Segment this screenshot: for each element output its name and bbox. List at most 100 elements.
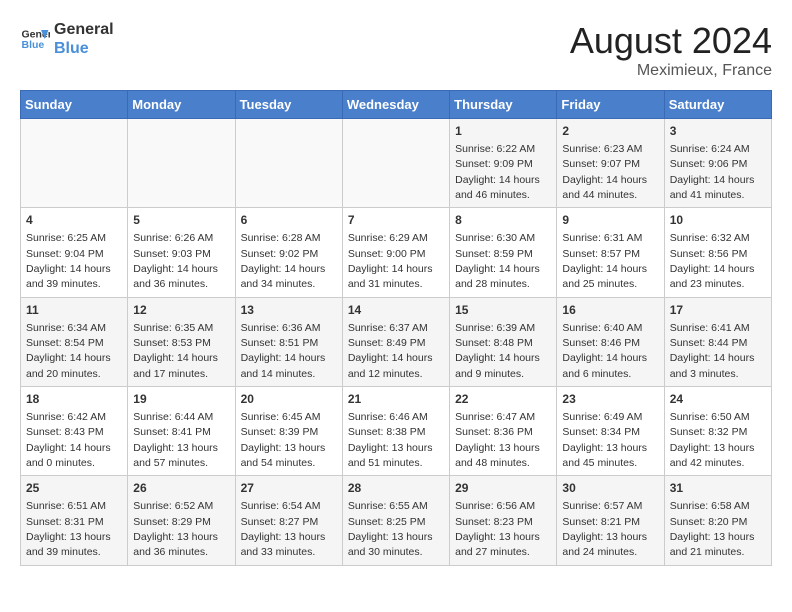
day-number: 12 [133,302,229,319]
weekday-header-saturday: Saturday [664,91,771,119]
day-number: 17 [670,302,766,319]
day-info: Sunrise: 6:32 AM Sunset: 8:56 PM Dayligh… [670,232,755,290]
calendar-cell: 27 Sunrise: 6:54 AM Sunset: 8:27 PM Dayli… [235,476,342,565]
calendar-cell: 11Sunrise: 6:34 AM Sunset: 8:54 PM Dayli… [21,297,128,386]
day-info: Sunrise: 6:26 AM Sunset: 9:03 PM Dayligh… [133,232,218,290]
calendar-cell: 19 Sunrise: 6:44 AM Sunset: 8:41 PM Dayli… [128,387,235,476]
calendar-table: SundayMondayTuesdayWednesdayThursdayFrid… [20,90,772,566]
calendar-cell: 20 Sunrise: 6:45 AM Sunset: 8:39 PM Dayli… [235,387,342,476]
day-number: 21 [348,391,444,408]
calendar-cell: 31 Sunrise: 6:58 AM Sunset: 8:20 PM Dayli… [664,476,771,565]
weekday-header-friday: Friday [557,91,664,119]
day-number: 18 [26,391,122,408]
day-number: 24 [670,391,766,408]
weekday-header-monday: Monday [128,91,235,119]
day-info: Sunrise: 6:31 AM Sunset: 8:57 PM Dayligh… [562,232,647,290]
svg-text:Blue: Blue [22,39,45,51]
day-info: Sunrise: 6:40 AM Sunset: 8:46 PM Dayligh… [562,322,647,380]
day-number: 30 [562,480,658,497]
day-info: Sunrise: 6:45 AM Sunset: 8:39 PM Dayligh… [241,411,326,469]
logo-icon: General Blue [20,24,50,54]
weekday-header-tuesday: Tuesday [235,91,342,119]
day-info: Sunrise: 6:42 AM Sunset: 8:43 PM Dayligh… [26,411,111,469]
day-info: Sunrise: 6:36 AM Sunset: 8:51 PM Dayligh… [241,322,326,380]
calendar-cell: 22Sunrise: 6:47 AM Sunset: 8:36 PM Dayli… [450,387,557,476]
calendar-cell: 13 Sunrise: 6:36 AM Sunset: 8:51 PM Dayli… [235,297,342,386]
week-row-2: 4 Sunrise: 6:25 AM Sunset: 9:04 PM Daylig… [21,208,772,297]
day-info: Sunrise: 6:56 AM Sunset: 8:23 PM Dayligh… [455,500,540,558]
day-number: 19 [133,391,229,408]
day-info: Sunrise: 6:30 AM Sunset: 8:59 PM Dayligh… [455,232,540,290]
calendar-cell: 8 Sunrise: 6:30 AM Sunset: 8:59 PM Daylig… [450,208,557,297]
day-info: Sunrise: 6:57 AM Sunset: 8:21 PM Dayligh… [562,500,647,558]
day-number: 26 [133,480,229,497]
calendar-cell [128,119,235,208]
day-number: 4 [26,212,122,229]
month-year: August 2024 [570,20,772,62]
page-header: General Blue General Blue August 2024 Me… [20,20,772,80]
day-info: Sunrise: 6:51 AM Sunset: 8:31 PM Dayligh… [26,500,111,558]
calendar-cell [21,119,128,208]
calendar-cell: 29Sunrise: 6:56 AM Sunset: 8:23 PM Dayli… [450,476,557,565]
day-info: Sunrise: 6:39 AM Sunset: 8:48 PM Dayligh… [455,322,540,380]
calendar-cell: 24Sunrise: 6:50 AM Sunset: 8:32 PM Dayli… [664,387,771,476]
logo: General Blue General Blue [20,20,114,58]
day-number: 10 [670,212,766,229]
calendar-cell [342,119,449,208]
day-number: 5 [133,212,229,229]
day-info: Sunrise: 6:54 AM Sunset: 8:27 PM Dayligh… [241,500,326,558]
calendar-cell: 17Sunrise: 6:41 AM Sunset: 8:44 PM Dayli… [664,297,771,386]
calendar-cell: 4 Sunrise: 6:25 AM Sunset: 9:04 PM Daylig… [21,208,128,297]
day-info: Sunrise: 6:44 AM Sunset: 8:41 PM Dayligh… [133,411,218,469]
calendar-cell: 12 Sunrise: 6:35 AM Sunset: 8:53 PM Dayli… [128,297,235,386]
calendar-cell: 5 Sunrise: 6:26 AM Sunset: 9:03 PM Daylig… [128,208,235,297]
day-number: 20 [241,391,337,408]
day-info: Sunrise: 6:34 AM Sunset: 8:54 PM Dayligh… [26,322,111,380]
day-number: 28 [348,480,444,497]
calendar-cell: 30 Sunrise: 6:57 AM Sunset: 8:21 PM Dayli… [557,476,664,565]
week-row-4: 18 Sunrise: 6:42 AM Sunset: 8:43 PM Dayli… [21,387,772,476]
day-info: Sunrise: 6:46 AM Sunset: 8:38 PM Dayligh… [348,411,433,469]
day-info: Sunrise: 6:24 AM Sunset: 9:06 PM Dayligh… [670,143,755,201]
day-info: Sunrise: 6:58 AM Sunset: 8:20 PM Dayligh… [670,500,755,558]
calendar-cell: 23Sunrise: 6:49 AM Sunset: 8:34 PM Dayli… [557,387,664,476]
calendar-cell: 25 Sunrise: 6:51 AM Sunset: 8:31 PM Dayli… [21,476,128,565]
day-info: Sunrise: 6:37 AM Sunset: 8:49 PM Dayligh… [348,322,433,380]
calendar-cell: 7Sunrise: 6:29 AM Sunset: 9:00 PM Daylig… [342,208,449,297]
day-number: 25 [26,480,122,497]
day-info: Sunrise: 6:49 AM Sunset: 8:34 PM Dayligh… [562,411,647,469]
week-row-1: 1Sunrise: 6:22 AM Sunset: 9:09 PM Daylig… [21,119,772,208]
logo-blue: Blue [54,39,114,58]
day-number: 27 [241,480,337,497]
calendar-cell: 6 Sunrise: 6:28 AM Sunset: 9:02 PM Daylig… [235,208,342,297]
day-number: 7 [348,212,444,229]
day-number: 13 [241,302,337,319]
location: Meximieux, France [570,62,772,80]
calendar-cell: 9 Sunrise: 6:31 AM Sunset: 8:57 PM Daylig… [557,208,664,297]
day-number: 8 [455,212,551,229]
day-number: 3 [670,123,766,140]
day-number: 9 [562,212,658,229]
calendar-cell: 16Sunrise: 6:40 AM Sunset: 8:46 PM Dayli… [557,297,664,386]
calendar-cell: 3 Sunrise: 6:24 AM Sunset: 9:06 PM Daylig… [664,119,771,208]
calendar-cell: 10 Sunrise: 6:32 AM Sunset: 8:56 PM Dayli… [664,208,771,297]
calendar-cell: 26 Sunrise: 6:52 AM Sunset: 8:29 PM Dayli… [128,476,235,565]
calendar-cell: 14 Sunrise: 6:37 AM Sunset: 8:49 PM Dayli… [342,297,449,386]
day-number: 15 [455,302,551,319]
calendar-cell: 28Sunrise: 6:55 AM Sunset: 8:25 PM Dayli… [342,476,449,565]
day-info: Sunrise: 6:35 AM Sunset: 8:53 PM Dayligh… [133,322,218,380]
day-info: Sunrise: 6:52 AM Sunset: 8:29 PM Dayligh… [133,500,218,558]
day-info: Sunrise: 6:25 AM Sunset: 9:04 PM Dayligh… [26,232,111,290]
day-number: 31 [670,480,766,497]
weekday-header-row: SundayMondayTuesdayWednesdayThursdayFrid… [21,91,772,119]
week-row-3: 11Sunrise: 6:34 AM Sunset: 8:54 PM Dayli… [21,297,772,386]
day-number: 14 [348,302,444,319]
day-number: 6 [241,212,337,229]
calendar-cell [235,119,342,208]
calendar-cell: 15 Sunrise: 6:39 AM Sunset: 8:48 PM Dayli… [450,297,557,386]
weekday-header-wednesday: Wednesday [342,91,449,119]
week-row-5: 25 Sunrise: 6:51 AM Sunset: 8:31 PM Dayli… [21,476,772,565]
calendar-cell: 1Sunrise: 6:22 AM Sunset: 9:09 PM Daylig… [450,119,557,208]
calendar-cell: 21 Sunrise: 6:46 AM Sunset: 8:38 PM Dayli… [342,387,449,476]
day-info: Sunrise: 6:28 AM Sunset: 9:02 PM Dayligh… [241,232,326,290]
